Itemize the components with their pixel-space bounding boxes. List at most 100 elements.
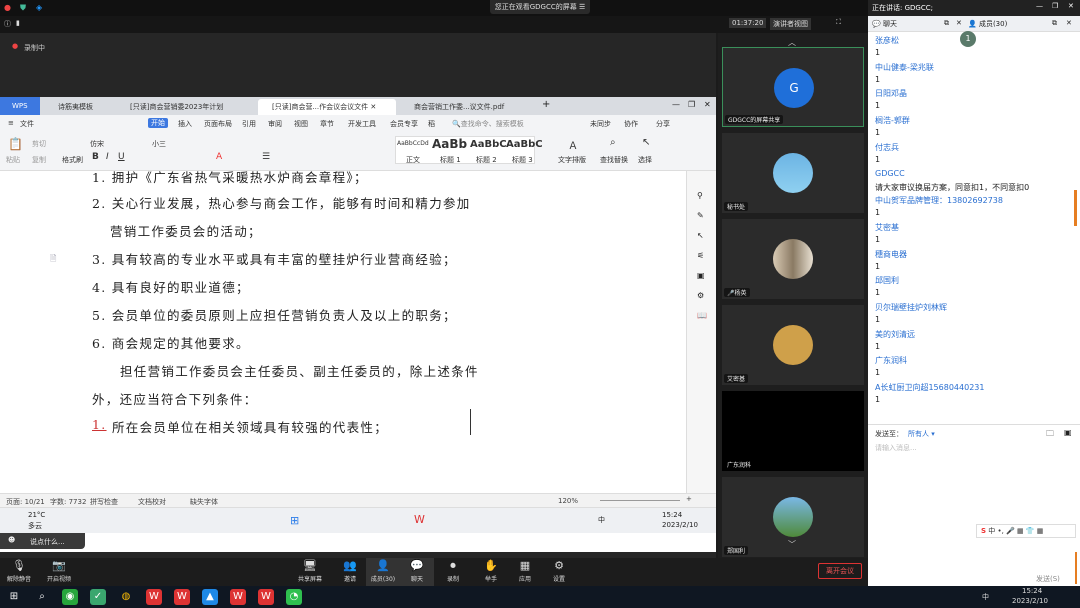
- ime-toolbar[interactable]: S 中 •, 🎤 ▦ 👕 ▦: [976, 524, 1076, 538]
- video-tile-5[interactable]: 广东润科: [722, 391, 864, 471]
- wechat-icon[interactable]: ◔: [286, 589, 302, 605]
- wps-taskbar-icon[interactable]: W: [414, 513, 425, 526]
- style-h2-preview[interactable]: AaBbC: [470, 139, 507, 150]
- pin-icon[interactable]: ⚲: [697, 191, 703, 200]
- adjust-icon[interactable]: ⚟: [697, 251, 704, 260]
- fullscreen-icon[interactable]: ⛶: [836, 18, 841, 27]
- collapse-down-icon[interactable]: ﹀: [788, 539, 796, 550]
- restore-icon[interactable]: ❐: [1052, 2, 1058, 10]
- zoom-level[interactable]: 120%: [558, 497, 578, 505]
- zoom-in-icon[interactable]: +: [686, 495, 692, 503]
- send-button[interactable]: 发送(S): [1036, 574, 1060, 584]
- copy-button[interactable]: 复制: [32, 155, 46, 165]
- find-replace-button[interactable]: 查找替换: [600, 155, 628, 165]
- apps-button[interactable]: ▦ 应用: [508, 558, 542, 586]
- page-indicator[interactable]: 页面: 10/21: [6, 497, 45, 507]
- info-icon[interactable]: ⓘ: [4, 19, 11, 29]
- italic-icon[interactable]: I: [106, 152, 109, 162]
- style-h3-preview[interactable]: AaBbC: [506, 139, 543, 150]
- chat-scrollbar[interactable]: [1074, 190, 1077, 226]
- menu-more[interactable]: 稻: [428, 119, 435, 129]
- menu-layout[interactable]: 页面布局: [204, 119, 232, 129]
- comment-icon[interactable]: 🗎: [50, 253, 56, 267]
- wps-tab-2[interactable]: [只读]商会营销委2023年计划: [116, 99, 254, 115]
- members-button[interactable]: 👤 成员(30): [366, 558, 400, 586]
- popout-icon[interactable]: ⧉: [944, 19, 949, 28]
- font-color-icon[interactable]: A: [216, 152, 222, 162]
- menu-chapter[interactable]: 章节: [320, 119, 334, 129]
- screenshot-icon[interactable]: ▣: [1064, 428, 1072, 437]
- system-lang[interactable]: 中: [982, 592, 989, 602]
- sync-status[interactable]: 未同步: [590, 119, 611, 129]
- paste-button[interactable]: 粘贴: [6, 155, 20, 165]
- meeting-app-icon[interactable]: ▲: [202, 589, 218, 605]
- raise-hand-button[interactable]: ✋ 举手: [474, 558, 508, 586]
- windows-start-icon[interactable]: ⊞: [290, 514, 299, 527]
- book-icon[interactable]: 📖: [697, 311, 707, 320]
- search-icon[interactable]: ⌕: [34, 589, 50, 605]
- menu-references[interactable]: 引用: [242, 119, 256, 129]
- tab-popout-icon[interactable]: ⧉: [1052, 19, 1057, 28]
- find-icon[interactable]: ⌕: [610, 137, 616, 148]
- tab-close-icon[interactable]: ✕: [370, 103, 376, 111]
- text-layout-button[interactable]: 文字排版: [558, 155, 586, 165]
- style-normal-preview[interactable]: AaBbCcDd: [397, 140, 429, 147]
- close-icon[interactable]: ✕: [1068, 2, 1074, 10]
- video-tile-3[interactable]: 🎤杨英: [722, 219, 864, 299]
- wps-tab-3-active[interactable]: [只读]商会营...作会议会议文件 ✕: [258, 99, 396, 115]
- document-page[interactable]: 1. 拥护《广东省热气采暖热水炉商会章程》； 2. 关心行业发展，热心参与商会工…: [12, 171, 682, 493]
- video-button[interactable]: 📷 开启视频: [42, 558, 76, 586]
- record-button[interactable]: ⏺ 录制: [436, 558, 470, 586]
- doc-check[interactable]: 文档校对: [138, 497, 166, 507]
- missing-font[interactable]: 缺失字体: [190, 497, 218, 507]
- font-size-select[interactable]: 小三: [152, 139, 182, 149]
- settings-icon[interactable]: ⚙: [697, 291, 704, 300]
- video-tile-2[interactable]: 秘书处: [722, 133, 864, 213]
- minimize-icon[interactable]: —: [672, 100, 680, 109]
- invite-button[interactable]: 👥 邀请: [333, 558, 367, 586]
- zoom-slider[interactable]: [600, 500, 680, 501]
- menu-developer[interactable]: 开发工具: [348, 119, 376, 129]
- mute-button[interactable]: 🎙 解除静音: [2, 558, 36, 586]
- chat-button[interactable]: 💬 聊天: [400, 558, 434, 586]
- pen-icon[interactable]: ✎: [697, 211, 704, 220]
- font-select[interactable]: 仿宋: [90, 139, 140, 149]
- wps-icon[interactable]: W: [146, 589, 162, 605]
- pointer-icon[interactable]: ↖: [697, 231, 704, 240]
- menu-file[interactable]: 文件: [20, 119, 34, 129]
- command-search[interactable]: 🔍查找命令、搜索模板: [452, 119, 524, 129]
- wps-tab-1[interactable]: 诗筋夷模板: [44, 99, 112, 115]
- restore-icon[interactable]: ❐: [688, 100, 695, 109]
- minimize-icon[interactable]: —: [1036, 2, 1043, 10]
- menu-icon[interactable]: ≡: [8, 119, 14, 127]
- wps-icon-2[interactable]: W: [174, 589, 190, 605]
- bold-icon[interactable]: B: [92, 152, 99, 162]
- shared-screen[interactable]: WPS 诗筋夷模板 [只读]商会营销委2023年计划 [只读]商会营...作会议…: [0, 97, 716, 552]
- tab-chat[interactable]: 💬 聊天: [872, 19, 897, 29]
- app-check-icon[interactable]: ✓: [90, 589, 106, 605]
- underline-icon[interactable]: U: [118, 152, 125, 162]
- wps-logo[interactable]: WPS: [0, 97, 40, 115]
- share-button[interactable]: 分享: [656, 119, 670, 129]
- cut-button[interactable]: 剪切: [32, 139, 46, 149]
- select-button[interactable]: 选择: [638, 155, 652, 165]
- share-screen-button[interactable]: 🖥 共享屏幕: [293, 558, 327, 586]
- new-tab-icon[interactable]: +: [542, 99, 550, 110]
- wps-icon-3[interactable]: W: [230, 589, 246, 605]
- tab-close-icon[interactable]: ✕: [956, 19, 962, 27]
- wps-icon-4[interactable]: W: [258, 589, 274, 605]
- settings-button[interactable]: ⚙ 设置: [542, 558, 576, 586]
- cursor-icon[interactable]: ↖: [642, 137, 650, 148]
- style-h1-preview[interactable]: AaBb: [432, 137, 467, 151]
- view-mode-button[interactable]: 演讲者视图: [770, 18, 811, 30]
- close-icon[interactable]: ✕: [704, 100, 711, 109]
- windows-start-icon[interactable]: ⊞: [6, 589, 22, 605]
- box-icon[interactable]: ▣: [697, 271, 705, 280]
- format-painter-button[interactable]: 格式刷: [62, 155, 83, 165]
- file-icon[interactable]: 🗀: [1046, 428, 1054, 442]
- ime-lang[interactable]: 中: [598, 515, 605, 525]
- video-tile-1[interactable]: G GDGCC的屏幕共享: [722, 47, 864, 127]
- chrome-icon[interactable]: ◍: [118, 589, 134, 605]
- menu-member[interactable]: 会员专享: [390, 119, 418, 129]
- menu-home[interactable]: 开始: [148, 118, 168, 128]
